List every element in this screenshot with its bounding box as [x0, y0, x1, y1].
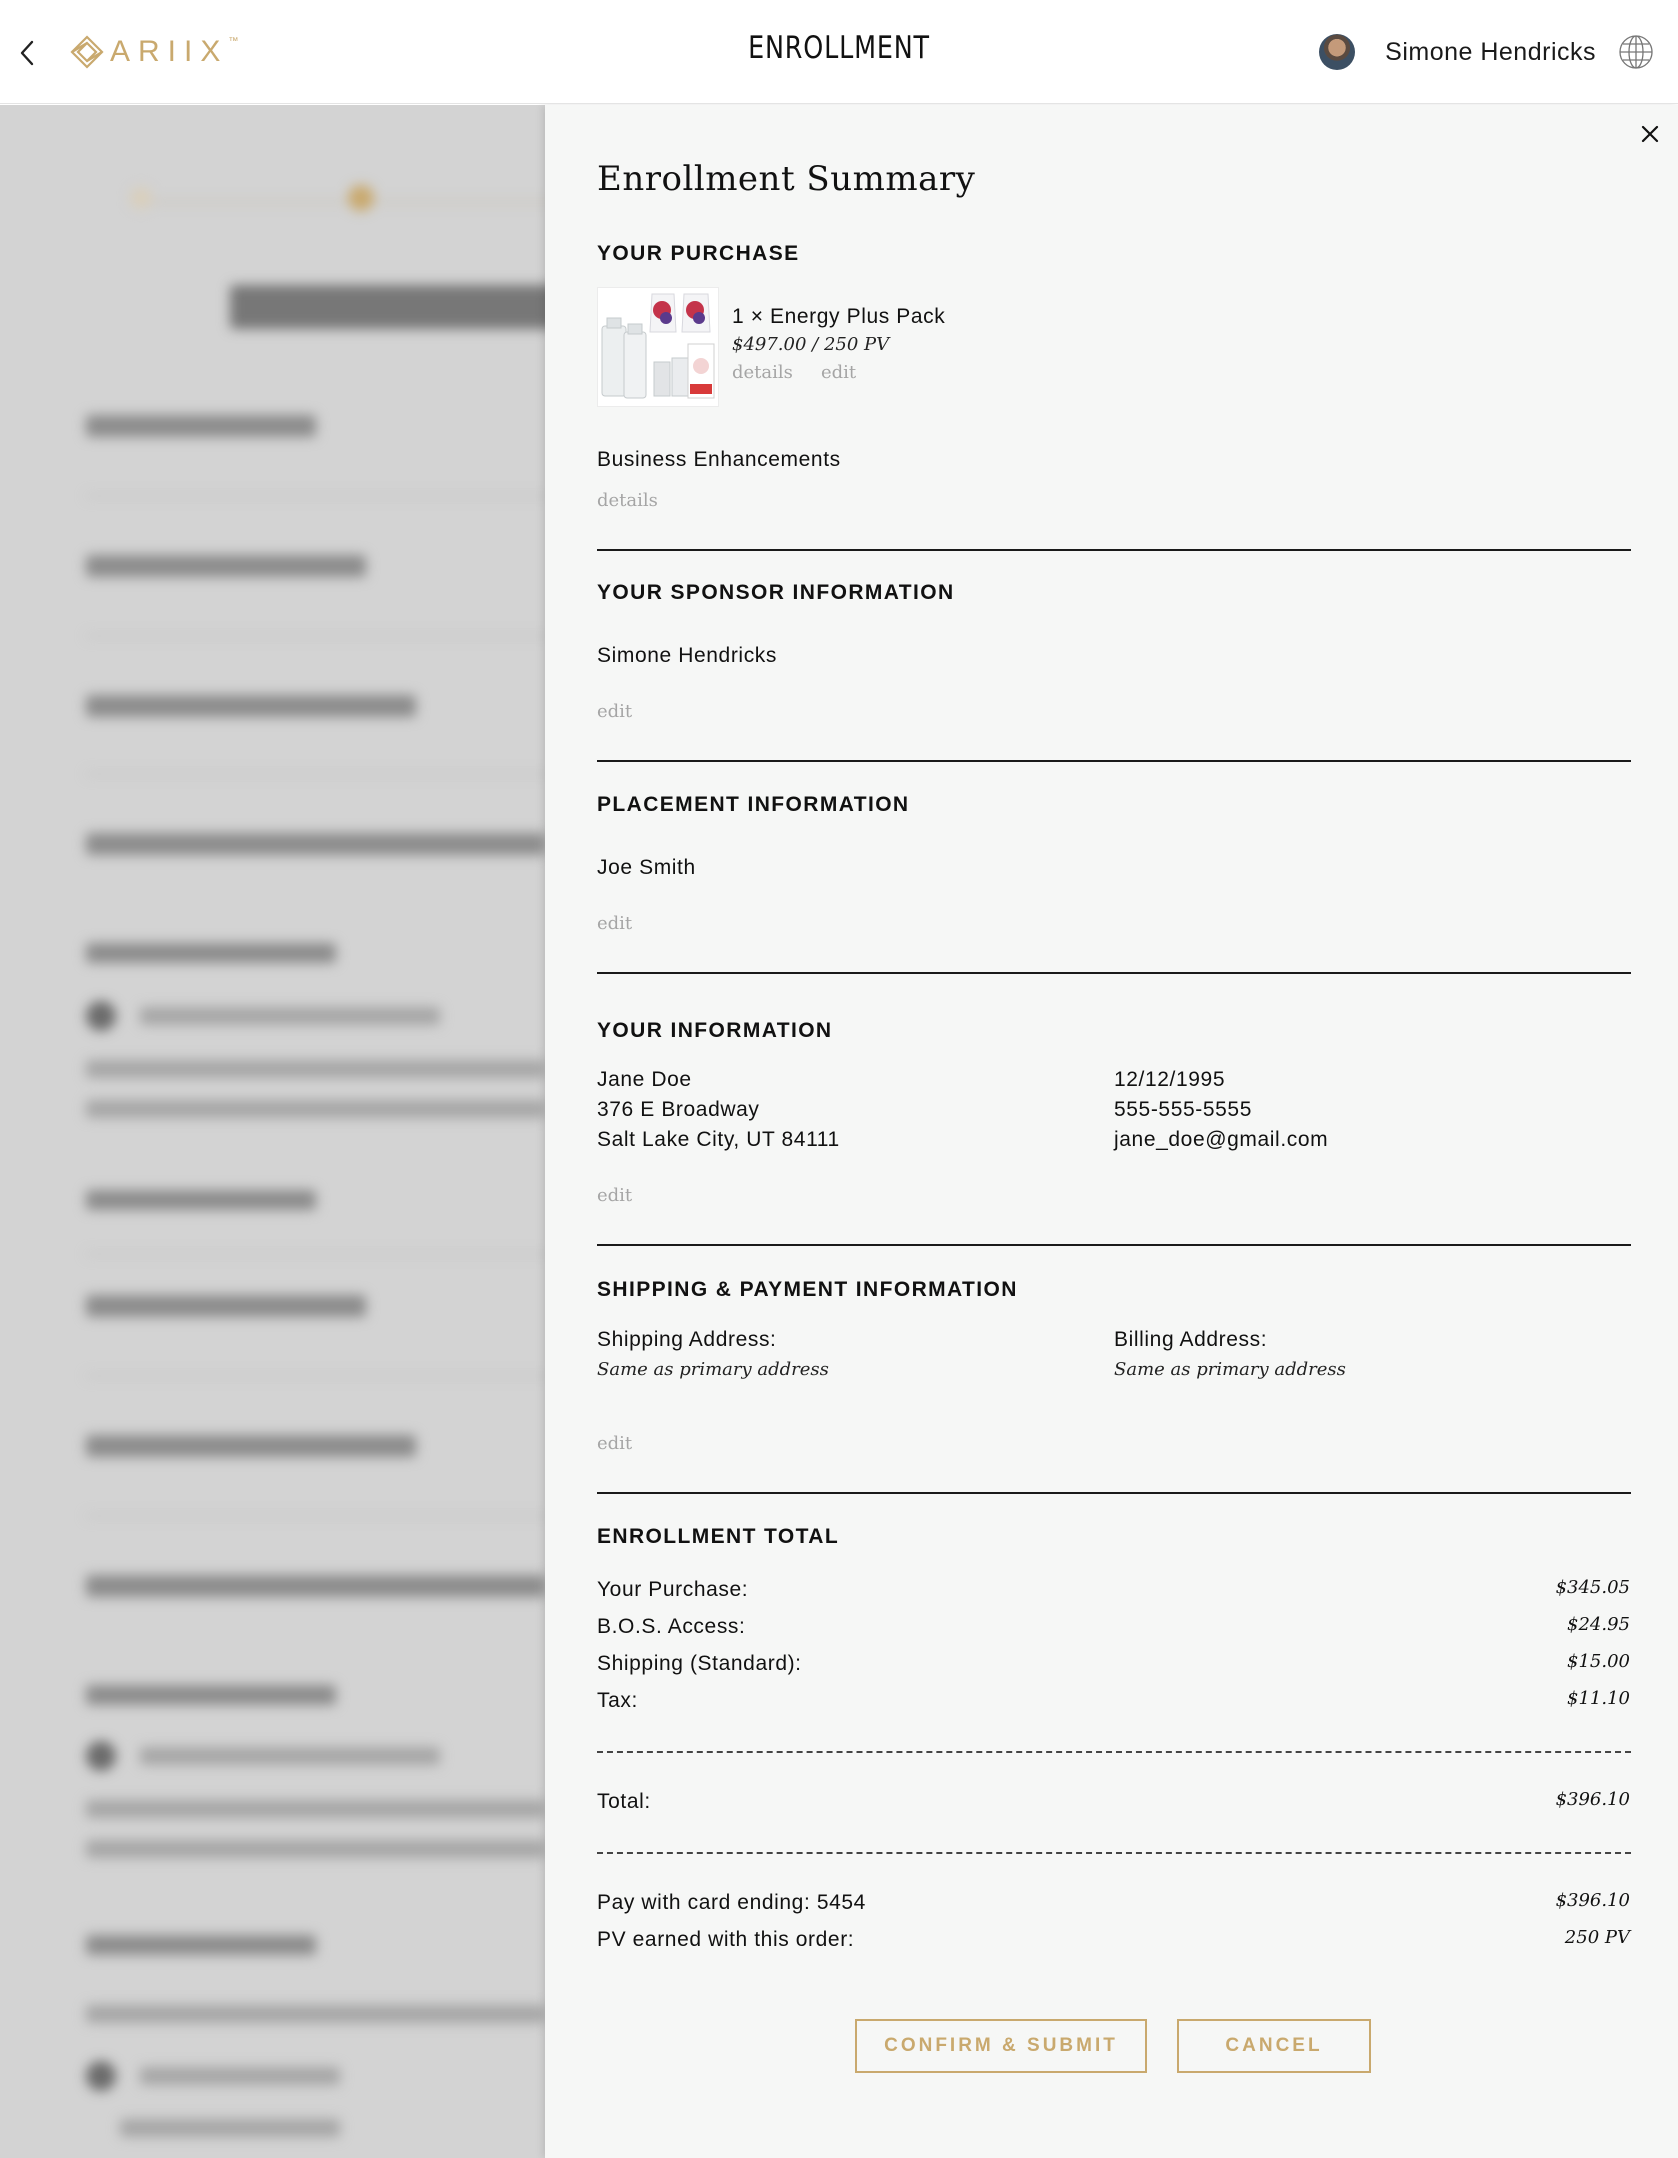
total-line-label: Shipping (Standard):	[597, 1652, 802, 1675]
info-city: Salt Lake City, UT 84111	[597, 1128, 840, 1151]
confirm-submit-button[interactable]: CONFIRM & SUBMIT	[855, 2019, 1147, 2073]
shipping-payment-edit-link[interactable]: edit	[597, 1433, 632, 1454]
blurred-subheading	[86, 943, 336, 963]
user-menu[interactable]: Simone Hendricks	[1319, 32, 1654, 72]
sponsor-heading: YOUR SPONSOR INFORMATION	[597, 581, 955, 604]
blurred-text	[86, 2005, 545, 2023]
top-navigation-bar: ARIIX ™ ENROLLMENT Simone Hendricks	[0, 0, 1678, 104]
info-phone: 555-555-5555	[1114, 1098, 1252, 1121]
placement-name: Joe Smith	[597, 856, 696, 879]
progress-step-active	[348, 185, 374, 211]
total-line-value: $345.05	[1555, 1577, 1630, 1598]
dashed-divider	[597, 1852, 1631, 1854]
purchase-heading: YOUR PURCHASE	[597, 242, 800, 265]
blurred-subheading	[86, 1685, 336, 1705]
blurred-text	[86, 1840, 545, 1858]
total-line-label: Your Purchase:	[597, 1578, 749, 1601]
card-value: $396.10	[1555, 1890, 1630, 1911]
blurred-step	[86, 1575, 545, 1597]
section-divider	[597, 1492, 1631, 1494]
section-divider	[597, 972, 1631, 974]
blurred-step	[86, 833, 545, 855]
grand-total-value: $396.10	[1555, 1789, 1630, 1810]
billing-address-value: Same as primary address	[1114, 1359, 1346, 1380]
blurred-radio	[86, 1001, 116, 1031]
shipping-address-label: Shipping Address:	[597, 1328, 777, 1351]
blurred-form-content	[0, 105, 545, 2158]
blurred-divider	[86, 773, 545, 775]
blurred-text	[140, 1007, 440, 1025]
enrollment-total-heading: ENROLLMENT TOTAL	[597, 1525, 840, 1548]
globe-icon[interactable]	[1618, 34, 1654, 70]
info-edit-link[interactable]: edit	[597, 1185, 632, 1206]
placement-edit-link[interactable]: edit	[597, 913, 632, 934]
section-divider	[597, 549, 1631, 551]
blurred-step	[86, 1435, 416, 1457]
product-details-link[interactable]: details	[732, 362, 793, 383]
blurred-enrollment-form	[0, 105, 545, 2158]
shipping-address-value: Same as primary address	[597, 1359, 829, 1380]
blurred-step	[86, 415, 316, 437]
blurred-step	[86, 695, 416, 717]
chevron-left-icon[interactable]	[14, 34, 46, 72]
total-line-value: $24.95	[1567, 1614, 1630, 1635]
blurred-step	[86, 1295, 366, 1317]
your-information-heading: YOUR INFORMATION	[597, 1019, 833, 1042]
pv-label: PV earned with this order:	[597, 1928, 855, 1951]
info-email: jane_doe@gmail.com	[1114, 1128, 1329, 1151]
blurred-radio	[86, 2061, 116, 2091]
blurred-subheading	[86, 1935, 316, 1955]
blurred-text	[140, 1747, 440, 1765]
info-dob: 12/12/1995	[1114, 1068, 1226, 1091]
enhancements-details-link[interactable]: details	[597, 490, 658, 511]
sponsor-name: Simone Hendricks	[597, 644, 777, 667]
enrollment-summary-drawer: Enrollment Summary YOUR PURCHASE 1 × Ene…	[545, 105, 1678, 2158]
total-line-label: B.O.S. Access:	[597, 1615, 746, 1638]
blurred-radio	[86, 1741, 116, 1771]
progress-track	[130, 201, 545, 203]
blurred-divider	[86, 495, 545, 497]
blurred-text	[120, 2119, 340, 2137]
ariix-logo-icon	[70, 35, 104, 69]
info-name: Jane Doe	[597, 1068, 692, 1091]
blurred-text	[86, 1100, 545, 1118]
close-icon[interactable]	[1635, 119, 1665, 149]
product-image[interactable]	[597, 287, 719, 407]
business-enhancements-label: Business Enhancements	[597, 448, 841, 471]
info-street: 376 E Broadway	[597, 1098, 760, 1121]
grand-total-label: Total:	[597, 1790, 651, 1813]
sponsor-edit-link[interactable]: edit	[597, 701, 632, 722]
pv-value: 250 PV	[1564, 1927, 1630, 1948]
billing-address-label: Billing Address:	[1114, 1328, 1268, 1351]
progress-step	[130, 187, 152, 209]
section-divider	[597, 1244, 1631, 1246]
total-line-value: $11.10	[1567, 1688, 1630, 1709]
card-label: Pay with card ending: 5454	[597, 1891, 866, 1914]
total-line-label: Tax:	[597, 1689, 638, 1712]
blurred-text	[86, 1060, 545, 1078]
product-name: 1 × Energy Plus Pack	[732, 305, 946, 328]
total-line-value: $15.00	[1567, 1651, 1630, 1672]
avatar[interactable]	[1319, 34, 1356, 70]
blurred-divider	[86, 1515, 545, 1517]
user-name[interactable]: Simone Hendricks	[1385, 38, 1596, 67]
product-edit-link[interactable]: edit	[821, 362, 856, 383]
blurred-heading	[230, 285, 545, 329]
product-price: $497.00 / 250 PV	[732, 334, 890, 355]
blurred-step	[86, 555, 366, 577]
blurred-divider	[86, 1253, 545, 1255]
blurred-text	[86, 1800, 545, 1818]
summary-title: Enrollment Summary	[597, 159, 976, 199]
shipping-payment-heading: SHIPPING & PAYMENT INFORMATION	[597, 1278, 1018, 1301]
blurred-divider	[86, 1375, 545, 1377]
cancel-button[interactable]: CANCEL	[1177, 2019, 1371, 2073]
dashed-divider	[597, 1751, 1631, 1753]
blurred-text	[140, 2067, 340, 2085]
section-divider	[597, 760, 1631, 762]
placement-heading: PLACEMENT INFORMATION	[597, 793, 910, 816]
blurred-subheading	[86, 1190, 316, 1210]
blurred-divider	[86, 635, 545, 637]
